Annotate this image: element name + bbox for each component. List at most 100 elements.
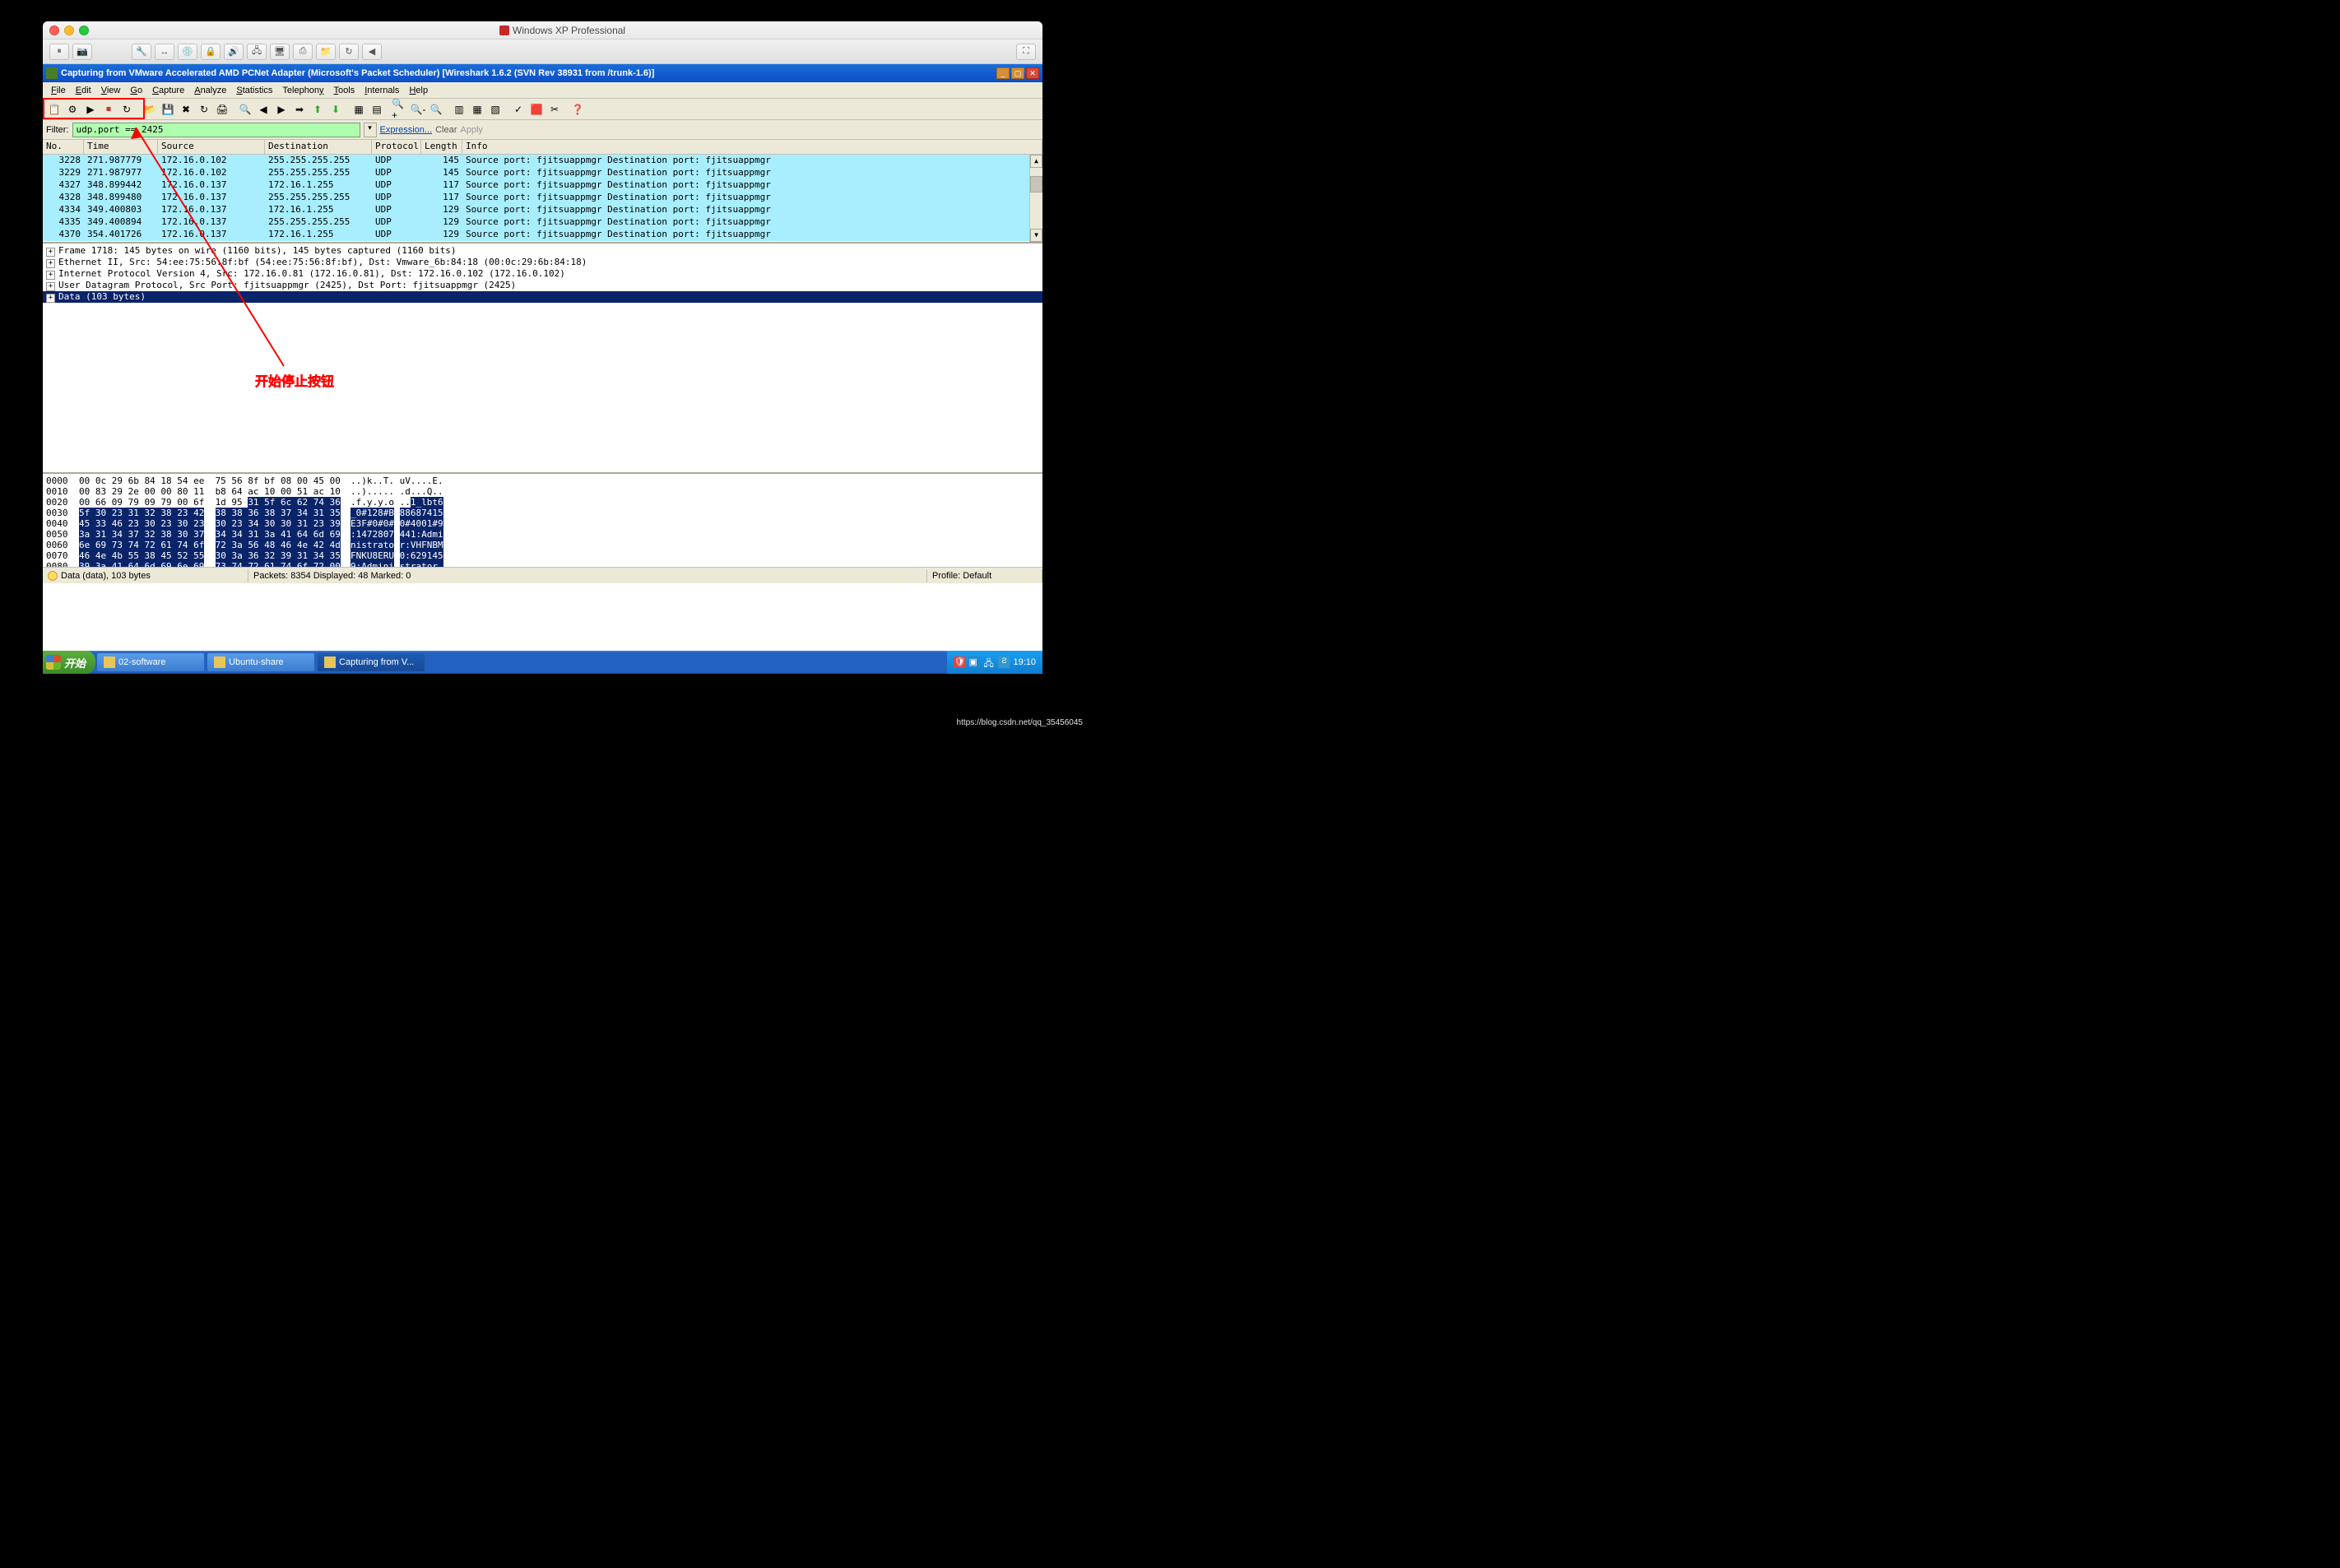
menu-analyze[interactable]: Analyze (189, 84, 231, 97)
taskbar-item[interactable]: 02-software (97, 653, 204, 671)
system-tray[interactable]: 🛡 ▣ 🖧 Ƨ 19:10 (947, 651, 1042, 674)
toolbar-start-icon[interactable]: ▶ (82, 101, 99, 118)
mac-maximize-button[interactable] (79, 26, 89, 35)
mac-titlebar[interactable]: Windows XP Professional (43, 21, 1042, 39)
tree-frame[interactable]: +Frame 1718: 145 bytes on wire (1160 bit… (43, 245, 1042, 257)
filter-clear-link[interactable]: Clear (435, 125, 457, 135)
packet-bytes-pane[interactable]: 0000 00 0c 29 6b 84 18 54 ee 75 56 8f bf… (43, 472, 1042, 567)
packet-row[interactable]: 3229271.987977172.16.0.102255.255.255.25… (43, 167, 1042, 179)
packet-row[interactable]: 4327348.899442172.16.0.137172.16.1.255UD… (43, 179, 1042, 192)
tool-display-icon[interactable]: 🖥 (270, 44, 290, 60)
menu-help[interactable]: Help (404, 84, 433, 97)
col-source[interactable]: Source (158, 140, 265, 154)
hex-row[interactable]: 0040 45 33 46 23 30 23 30 23 30 23 34 30… (46, 518, 1039, 529)
win-maximize-button[interactable]: ▢ (1011, 67, 1024, 79)
status-profile[interactable]: Profile: Default (927, 569, 1042, 582)
tool-disk-icon[interactable]: 💿 (178, 44, 197, 60)
toolbar-expr-icon[interactable]: ▧ (487, 101, 504, 118)
tool-wrench-icon[interactable]: 🔧 (132, 44, 151, 60)
toolbar-colorize-icon[interactable]: ▦ (351, 101, 367, 118)
win-close-button[interactable]: ✕ (1026, 67, 1039, 79)
menu-go[interactable]: Go (125, 84, 147, 97)
tool-refresh-icon[interactable]: ↻ (339, 44, 359, 60)
filter-input[interactable] (72, 123, 360, 137)
toolbar-filter-icon[interactable]: ▦ (469, 101, 485, 118)
toolbar-save-icon[interactable]: 💾 (160, 101, 176, 118)
scroll-up-icon[interactable]: ▲ (1030, 155, 1042, 168)
toolbar-print-icon[interactable]: 🖨 (214, 101, 230, 118)
packet-scrollbar[interactable]: ▲ ▼ (1029, 155, 1042, 242)
tool-folder-icon[interactable]: 📁 (316, 44, 336, 60)
scroll-thumb[interactable] (1030, 176, 1042, 193)
toolbar-stop-icon[interactable]: ⏹ (100, 101, 117, 118)
toolbar-next-icon[interactable]: ▶ (273, 101, 290, 118)
pause-button[interactable]: ⏸ (49, 44, 69, 60)
toolbar-restart-icon[interactable]: ↻ (118, 101, 135, 118)
tool-sound-icon[interactable]: 🔊 (224, 44, 244, 60)
hex-row[interactable]: 0070 46 4e 4b 55 38 45 52 55 30 3a 36 32… (46, 550, 1039, 561)
expand-icon[interactable]: + (46, 294, 55, 303)
scroll-down-icon[interactable]: ▼ (1030, 229, 1042, 242)
toolbar-goto-icon[interactable]: ➡ (291, 101, 308, 118)
hex-row[interactable]: 0020 00 66 09 79 09 79 00 6f 1d 95 31 5f… (46, 497, 1039, 508)
tool-expand-icon[interactable]: ↔ (155, 44, 174, 60)
filter-dropdown[interactable]: ▾ (364, 123, 377, 137)
packet-row[interactable]: 4334349.400803172.16.0.137172.16.1.255UD… (43, 204, 1042, 216)
col-info[interactable]: Info (462, 140, 1042, 154)
col-no[interactable]: No. (43, 140, 84, 154)
packet-details-pane[interactable]: +Frame 1718: 145 bytes on wire (1160 bit… (43, 242, 1042, 472)
menu-telephony[interactable]: Telephony (277, 84, 328, 97)
toolbar-options-icon[interactable]: ⚙ (64, 101, 81, 118)
col-destination[interactable]: Destination (265, 140, 372, 154)
hex-row[interactable]: 0050 3a 31 34 37 32 38 30 37 34 34 31 3a… (46, 529, 1039, 540)
toolbar-find-icon[interactable]: 🔍 (237, 101, 253, 118)
tree-ip[interactable]: +Internet Protocol Version 4, Src: 172.1… (43, 268, 1042, 280)
start-button[interactable]: 开始 (43, 651, 95, 674)
hex-row[interactable]: 0000 00 0c 29 6b 84 18 54 ee 75 56 8f bf… (46, 476, 1039, 486)
menu-file[interactable]: File (46, 84, 71, 97)
tray-network-icon[interactable]: 🖧 (983, 656, 995, 668)
win-minimize-button[interactable]: _ (996, 67, 1010, 79)
toolbar-resize-icon[interactable]: ▥ (451, 101, 467, 118)
toolbar-zoomin-icon[interactable]: 🔍+ (392, 101, 408, 118)
col-time[interactable]: Time (84, 140, 158, 154)
col-length[interactable]: Length (421, 140, 462, 154)
mac-minimize-button[interactable] (64, 26, 74, 35)
packet-row[interactable]: 3228271.987779172.16.0.102255.255.255.25… (43, 155, 1042, 167)
hex-row[interactable]: 0010 00 83 29 2e 00 00 80 11 b8 64 ac 10… (46, 486, 1039, 497)
mac-close-button[interactable] (49, 26, 59, 35)
tool-usb-icon[interactable]: ⎙ (293, 44, 313, 60)
filter-apply-link[interactable]: Apply (460, 125, 483, 135)
hex-row[interactable]: 0080 39 3a 41 64 6d 69 6e 69 73 74 72 61… (46, 561, 1039, 567)
packet-row[interactable]: 4328348.899480172.16.0.137255.255.255.25… (43, 192, 1042, 204)
toolbar-misc2-icon[interactable]: 🟥 (528, 101, 545, 118)
menu-statistics[interactable]: Statistics (231, 84, 277, 97)
expand-icon[interactable]: + (46, 259, 55, 268)
toolbar-help-icon[interactable]: ❓ (569, 101, 586, 118)
wireshark-titlebar[interactable]: Capturing from VMware Accelerated AMD PC… (43, 64, 1042, 82)
toolbar-zoomout-icon[interactable]: 🔍- (410, 101, 426, 118)
tree-data[interactable]: +Data (103 bytes) (43, 291, 1042, 303)
menu-capture[interactable]: Capture (147, 84, 189, 97)
menu-edit[interactable]: Edit (71, 84, 96, 97)
col-protocol[interactable]: Protocol (372, 140, 421, 154)
toolbar-reload-icon[interactable]: ↻ (196, 101, 212, 118)
tray-lang-icon[interactable]: Ƨ (998, 656, 1010, 668)
snapshot-button[interactable]: 📷 (72, 44, 92, 60)
taskbar-item[interactable]: Ubuntu-share (207, 653, 314, 671)
toolbar-first-icon[interactable]: ⬆ (309, 101, 326, 118)
toolbar-zoom100-icon[interactable]: 🔍 (428, 101, 444, 118)
tree-ethernet[interactable]: +Ethernet II, Src: 54:ee:75:56:8f:bf (54… (43, 257, 1042, 268)
toolbar-interfaces-icon[interactable]: 📋 (46, 101, 63, 118)
taskbar-item[interactable]: Capturing from V... (318, 653, 425, 671)
expand-icon[interactable]: + (46, 248, 55, 257)
toolbar-open-icon[interactable]: 📂 (142, 101, 158, 118)
hex-row[interactable]: 0060 6e 69 73 74 72 61 74 6f 72 3a 56 48… (46, 540, 1039, 550)
toolbar-misc1-icon[interactable]: ✓ (510, 101, 527, 118)
filter-expression-link[interactable]: Expression... (380, 125, 433, 135)
fullscreen-button[interactable]: ⛶ (1016, 44, 1036, 60)
expand-icon[interactable]: + (46, 271, 55, 280)
tool-lock-icon[interactable]: 🔒 (201, 44, 221, 60)
packet-row[interactable]: 4335349.400894172.16.0.137255.255.255.25… (43, 216, 1042, 229)
tray-shield-icon[interactable]: 🛡 (954, 656, 965, 668)
